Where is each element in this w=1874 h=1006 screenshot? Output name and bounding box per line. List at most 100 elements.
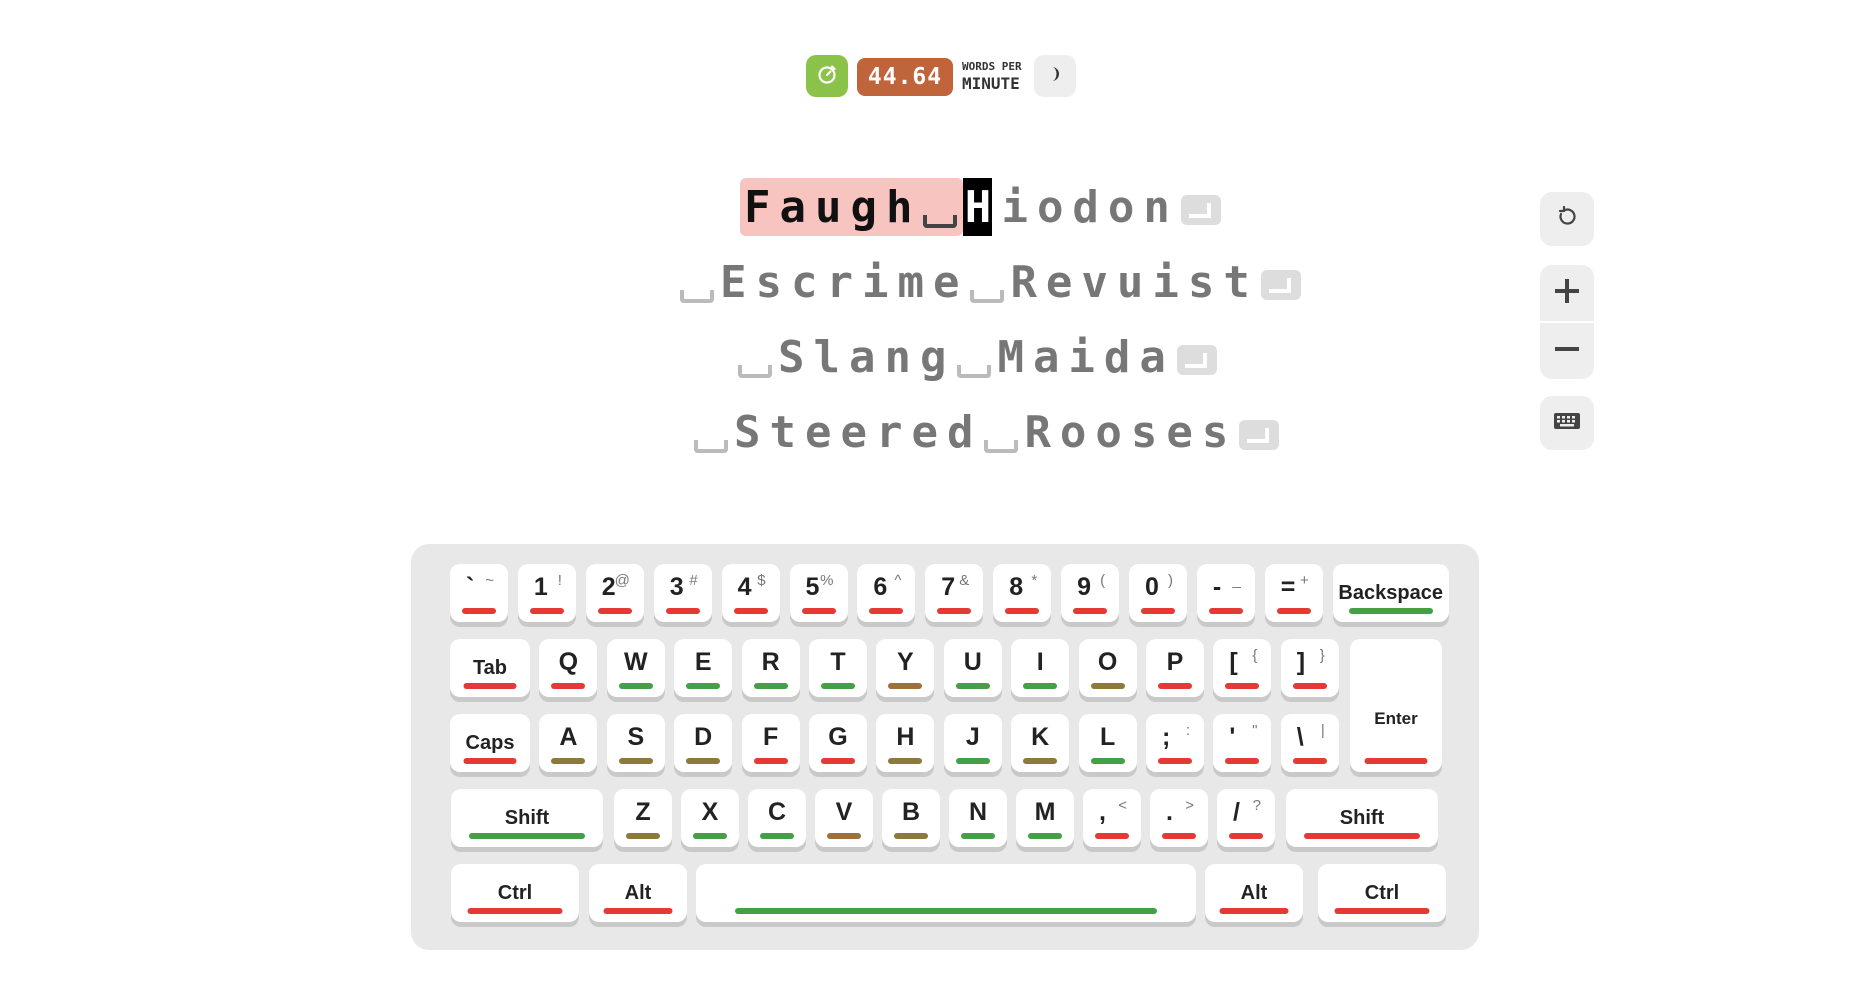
key-label: C [767,798,787,826]
key-label: . [1166,798,1173,826]
key-ctrl[interactable]: Ctrl [451,864,579,922]
key-symbol[interactable]: ' " [1213,714,1272,772]
key-symbol[interactable]: ` ~ [450,564,508,622]
key-char-1[interactable]: 1! [517,564,576,622]
word: Revuist [1010,257,1259,308]
key-symbol[interactable]: [{ [1213,639,1272,697]
key-char-A[interactable]: A [539,714,598,772]
key-accuracy-bar [894,833,928,839]
key-backspace[interactable]: Backspace [1332,564,1449,622]
key-char-D[interactable]: D [674,714,733,772]
key-char-S[interactable]: S [606,714,665,772]
key-char-7[interactable]: 7 & [925,564,984,622]
key-symbol[interactable]: - _ [1196,564,1255,622]
key-char-5[interactable]: 5% [789,564,848,622]
key-accuracy-bar [1276,608,1311,614]
key-accuracy-bar [821,758,855,764]
key-char-4[interactable]: 4 $ [721,564,780,622]
key-space[interactable] [696,864,1196,922]
key-char-0[interactable]: 0) [1129,564,1187,622]
key-shift-label: > [1185,797,1194,814]
key-accuracy-bar [1141,608,1175,614]
zoom-out-button[interactable] [1540,323,1594,379]
key-char-L[interactable]: L [1078,714,1137,772]
key-char-M[interactable]: M [1016,789,1074,847]
key-char-C[interactable]: C [748,789,806,847]
key-label: E [694,648,712,676]
key-char-E[interactable]: E [674,639,733,697]
key-accuracy-bar [735,908,1157,914]
key-symbol[interactable]: ;: [1146,714,1204,772]
key-char-2[interactable]: 2 @ [585,564,644,622]
key-accuracy-bar [1073,608,1108,614]
key-char-V[interactable]: V [815,789,873,847]
key-char-8[interactable]: 8 * [993,564,1052,622]
key-alt[interactable]: Alt [589,864,687,922]
key-alt[interactable]: Alt [1205,864,1303,922]
key-caps[interactable]: Caps [450,714,530,772]
key-label: Q [558,648,579,676]
key-accuracy-bar [463,683,517,689]
half-moon-icon [1045,64,1065,88]
key-label: 7 [941,573,956,601]
key-char-P[interactable]: P [1146,639,1204,697]
key-symbol[interactable]: = + [1264,564,1323,622]
key-label: 9 [1077,573,1091,601]
key-char-N[interactable]: N [949,789,1007,847]
key-label: Y [897,648,914,676]
key-char-J[interactable]: J [943,714,1002,772]
key-char-T[interactable]: T [809,639,867,697]
key-symbol[interactable]: \ | [1280,714,1339,772]
key-char-Z[interactable]: Z [614,789,672,847]
key-shift-label: # [689,572,698,589]
key-char-H[interactable]: H [876,714,935,772]
key-char-X[interactable]: X [681,789,739,847]
key-shift[interactable]: Shift [1286,789,1438,847]
reset-button[interactable] [1540,192,1594,246]
key-char-6[interactable]: 6 ^ [857,564,916,622]
key-ctrl[interactable]: Ctrl [1318,864,1446,922]
timer-button[interactable] [806,55,848,97]
wpm-label-top: WORDS PER [962,60,1022,73]
key-tab[interactable]: Tab [450,639,530,697]
zoom-in-button[interactable] [1540,265,1594,321]
key-char-G[interactable]: G [809,714,867,772]
key-label: ] [1296,648,1306,676]
key-char-9[interactable]: 9( [1061,564,1120,622]
key-symbol[interactable]: , < [1083,789,1141,847]
key-char-Y[interactable]: Y [876,639,935,697]
key-label: Caps [465,732,515,754]
key-label: R [761,648,780,676]
text-line: Escrime Revuist [678,253,1301,313]
key-accuracy-bar [888,683,923,689]
space-marker-icon [921,178,959,238]
wpm-value: 44.64 [857,58,953,96]
key-char-F[interactable]: F [741,714,800,772]
key-symbol[interactable]: . > [1150,789,1208,847]
remaining-text: iodon [1001,182,1179,233]
keyboard-toggle-button[interactable] [1540,396,1594,450]
key-accuracy-bar [753,758,788,764]
key-char-O[interactable]: O [1078,639,1137,697]
key-char-Q[interactable]: Q [539,639,598,697]
key-symbol[interactable]: /? [1217,789,1275,847]
key-accuracy-bar [551,683,586,689]
theme-toggle-button[interactable] [1034,55,1076,97]
key-label: K [1031,723,1050,751]
key-shift[interactable]: Shift [451,789,603,847]
key-char-I[interactable]: I [1011,639,1070,697]
key-char-R[interactable]: R [741,639,800,697]
key-symbol[interactable]: ]} [1280,639,1339,697]
key-label: L [1099,723,1116,751]
key-enter[interactable]: Enter [1350,639,1442,772]
key-accuracy-bar [1225,758,1260,764]
key-char-3[interactable]: 3 # [653,564,712,622]
key-char-B[interactable]: B [882,789,940,847]
key-label: Alt [624,882,652,904]
key-accuracy-bar [1219,908,1289,914]
key-char-W[interactable]: W [606,639,665,697]
key-char-K[interactable]: K [1011,714,1070,772]
key-char-U[interactable]: U [943,639,1002,697]
key-accuracy-bar [1005,608,1040,614]
key-accuracy-bar [626,833,660,839]
